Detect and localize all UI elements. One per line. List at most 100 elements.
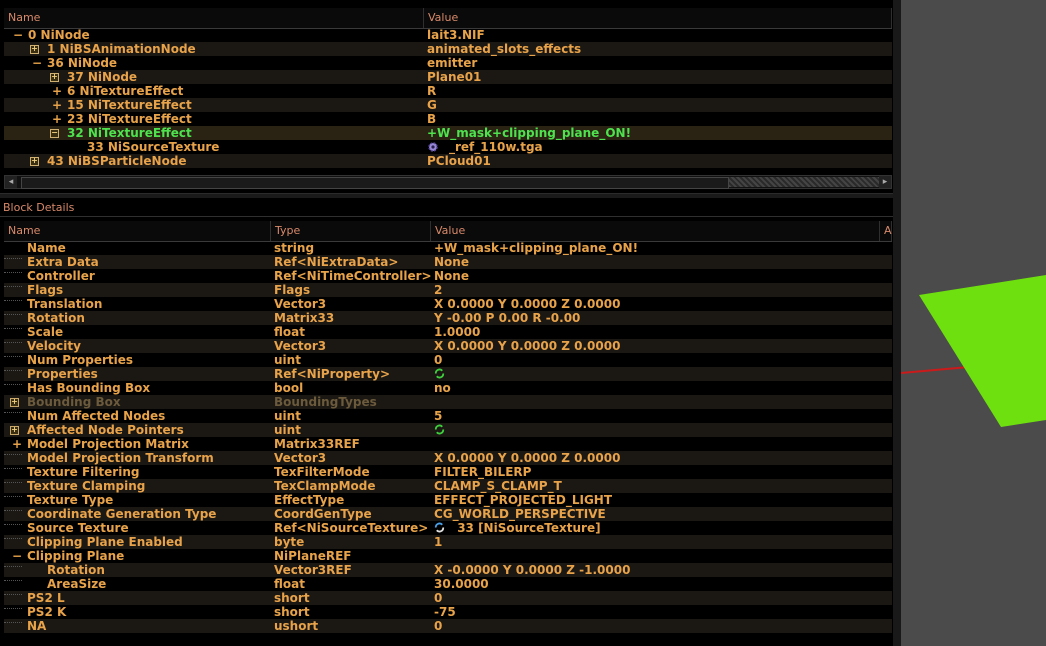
details-row[interactable]: Controller Ref<NiTimeController> None: [4, 269, 892, 283]
expand-icon[interactable]: +: [30, 157, 39, 166]
details-row[interactable]: Translation Vector3 X 0.0000 Y 0.0000 Z 0.…: [4, 297, 892, 311]
tree-guide: [4, 314, 22, 316]
details-row[interactable]: NA ushort 0: [4, 619, 892, 633]
field-value[interactable]: 0: [434, 619, 442, 633]
expand-icon[interactable]: +: [52, 84, 62, 98]
field-value[interactable]: X 0.0000 Y 0.0000 Z 0.0000: [434, 451, 620, 465]
link-icon[interactable]: [434, 522, 445, 533]
tree-header-value[interactable]: Value: [424, 8, 892, 28]
field-value[interactable]: X 0.0000 Y 0.0000 Z 0.0000: [434, 297, 620, 311]
collapse-icon[interactable]: −: [12, 549, 22, 563]
collapse-icon[interactable]: −: [50, 129, 59, 138]
refresh-icon[interactable]: [434, 368, 445, 379]
field-value[interactable]: +W_mask+clipping_plane_ON!: [434, 241, 638, 255]
field-value[interactable]: X -0.0000 Y 0.0000 Z -1.0000: [434, 563, 630, 577]
details-row[interactable]: Properties Ref<NiProperty>: [4, 367, 892, 381]
details-row[interactable]: + Affected Node Pointers uint: [4, 423, 892, 437]
details-row[interactable]: Scale float 1.0000: [4, 325, 892, 339]
field-name: Model Projection Transform: [27, 451, 214, 465]
details-row[interactable]: Has Bounding Box bool no: [4, 381, 892, 395]
details-row[interactable]: Model Projection Transform Vector3 X 0.000…: [4, 451, 892, 465]
field-value[interactable]: Y -0.00 P 0.00 R -0.00: [434, 311, 580, 325]
details-row[interactable]: − Clipping Plane NiPlaneREF: [4, 549, 892, 563]
field-value[interactable]: EFFECT_PROJECTED_LIGHT: [434, 493, 612, 507]
panel-splitter[interactable]: [0, 193, 898, 198]
tree-guide: [4, 524, 22, 526]
tree-node-name: 33 NiSourceTexture: [87, 140, 220, 154]
details-header-type[interactable]: Type: [271, 221, 431, 241]
tree-row[interactable]: + 15 NiTextureEffect G: [4, 98, 892, 112]
details-row[interactable]: Num Properties uint 0: [4, 353, 892, 367]
viewport-splitter[interactable]: [893, 0, 901, 646]
scroll-left-arrow-icon[interactable]: ◂: [5, 176, 17, 188]
details-row[interactable]: Source Texture Ref<NiSourceTexture> 33 [N…: [4, 521, 892, 535]
field-value[interactable]: 33 [NiSourceTexture]: [434, 521, 601, 535]
details-row[interactable]: Extra Data Ref<NiExtraData> None: [4, 255, 892, 269]
expand-icon[interactable]: +: [10, 398, 19, 407]
details-row[interactable]: Name string +W_mask+clipping_plane_ON!: [4, 241, 892, 255]
details-header-value[interactable]: Value: [431, 221, 880, 241]
details-row[interactable]: AreaSize float 30.0000: [4, 577, 892, 591]
expand-icon[interactable]: +: [30, 45, 39, 54]
details-row[interactable]: Coordinate Generation Type CoordGenType CG…: [4, 507, 892, 521]
scrollbar-thumb[interactable]: [729, 177, 879, 187]
details-row[interactable]: Rotation Matrix33 Y -0.00 P 0.00 R -0.00: [4, 311, 892, 325]
tree-horizontal-scrollbar[interactable]: ◂ ▸: [4, 175, 892, 189]
expand-icon[interactable]: +: [50, 73, 59, 82]
expand-icon[interactable]: +: [12, 437, 22, 451]
tree-row[interactable]: + 23 NiTextureEffect B: [4, 112, 892, 126]
details-row[interactable]: Num Affected Nodes uint 5: [4, 409, 892, 423]
field-value[interactable]: CG_WORLD_PERSPECTIVE: [434, 507, 606, 521]
details-row[interactable]: Flags Flags 2: [4, 283, 892, 297]
details-header-a[interactable]: A: [880, 221, 892, 241]
field-value[interactable]: [434, 423, 445, 437]
expand-icon[interactable]: +: [52, 112, 62, 126]
field-value[interactable]: X 0.0000 Y 0.0000 Z 0.0000: [434, 339, 620, 353]
details-row[interactable]: Texture Clamping TexClampMode CLAMP_S_CLAM…: [4, 479, 892, 493]
tree-row[interactable]: + 43 NiBSParticleNode PCloud01: [4, 154, 892, 168]
field-value[interactable]: 0: [434, 591, 442, 605]
tree-row[interactable]: + 37 NiNode Plane01: [4, 70, 892, 84]
details-row[interactable]: Velocity Vector3 X 0.0000 Y 0.0000 Z 0.000…: [4, 339, 892, 353]
expand-icon[interactable]: +: [52, 98, 62, 112]
collapse-icon[interactable]: −: [32, 56, 42, 70]
details-header-name[interactable]: Name: [4, 221, 271, 241]
field-value[interactable]: 2: [434, 283, 442, 297]
expand-icon[interactable]: +: [10, 426, 19, 435]
field-type: Vector3REF: [274, 563, 352, 577]
field-value[interactable]: 1.0000: [434, 325, 480, 339]
details-row[interactable]: Rotation Vector3REF X -0.0000 Y 0.0000 Z -…: [4, 563, 892, 577]
tree-row[interactable]: − 0 NiNode lait3.NIF: [4, 28, 892, 42]
tree-node-name: 43 NiBSParticleNode: [47, 154, 187, 168]
field-value[interactable]: 1: [434, 535, 442, 549]
tree-row[interactable]: − 36 NiNode emitter: [4, 56, 892, 70]
field-value[interactable]: 30.0000: [434, 577, 489, 591]
tree-row[interactable]: + 6 NiTextureEffect R: [4, 84, 892, 98]
details-row[interactable]: Clipping Plane Enabled byte 1: [4, 535, 892, 549]
render-viewport[interactable]: [901, 0, 1046, 646]
field-value[interactable]: CLAMP_S_CLAMP_T: [434, 479, 562, 493]
scroll-right-arrow-icon[interactable]: ▸: [879, 176, 891, 188]
details-row[interactable]: Texture Type EffectType EFFECT_PROJECTED_L…: [4, 493, 892, 507]
scrollbar-track[interactable]: [21, 177, 729, 189]
field-value[interactable]: [434, 367, 445, 381]
field-name: Texture Clamping: [27, 479, 146, 493]
tree-row[interactable]: 33 NiSourceTexture _ref_110w.tga: [4, 140, 892, 154]
field-value[interactable]: 0: [434, 353, 442, 367]
tree-row-selected[interactable]: − 32 NiTextureEffect +W_mask+clipping_pl…: [4, 126, 892, 140]
field-value[interactable]: no: [434, 381, 451, 395]
details-row[interactable]: + Model Projection Matrix Matrix33REF: [4, 437, 892, 451]
refresh-icon[interactable]: [434, 424, 445, 435]
field-value[interactable]: -75: [434, 605, 456, 619]
tree-row[interactable]: + 1 NiBSAnimationNode animated_slots_eff…: [4, 42, 892, 56]
details-row[interactable]: PS2 K short -75: [4, 605, 892, 619]
collapse-icon[interactable]: −: [13, 28, 23, 42]
details-row[interactable]: PS2 L short 0: [4, 591, 892, 605]
details-row[interactable]: Texture Filtering TexFilterMode FILTER_BIL…: [4, 465, 892, 479]
details-row[interactable]: + Bounding Box BoundingTypes: [4, 395, 892, 409]
tree-header-name[interactable]: Name: [4, 8, 424, 28]
field-value[interactable]: 5: [434, 409, 442, 423]
field-value[interactable]: None: [434, 269, 469, 283]
field-value[interactable]: None: [434, 255, 469, 269]
field-value[interactable]: FILTER_BILERP: [434, 465, 531, 479]
